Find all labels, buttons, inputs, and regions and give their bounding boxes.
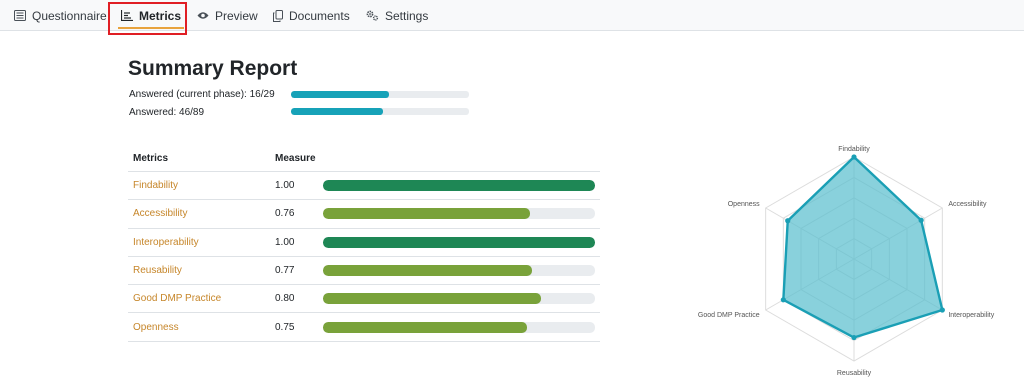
metric-value: 0.75	[275, 321, 295, 333]
page-title: Summary Report	[128, 57, 298, 80]
metric-value: 0.76	[275, 208, 295, 220]
radar-axis-label: Findability	[838, 146, 870, 153]
table-row: Openness 0.75	[128, 313, 600, 342]
radar-point	[939, 307, 945, 313]
metric-name-link[interactable]: Findability	[128, 180, 275, 191]
radar-chart: Findability Accessibility Interoperability…	[698, 146, 995, 377]
metric-value: 0.77	[275, 265, 295, 277]
tab-questionnaire-label: Questionnaire	[32, 8, 107, 23]
tab-preview-label: Preview	[215, 8, 258, 23]
progress-fill-total	[291, 108, 383, 115]
metric-bar-fill	[323, 265, 533, 277]
metric-name-link[interactable]: Interoperability	[128, 237, 275, 248]
active-tab-highlight	[108, 2, 187, 35]
progress-bar-current-phase	[291, 91, 469, 98]
gears-icon	[366, 10, 379, 21]
metrics-table-header: Metrics Measure	[128, 146, 600, 172]
table-row: Interoperability 1.00	[128, 229, 600, 257]
metric-bar-fill	[323, 236, 595, 248]
table-row: Good DMP Practice 0.80	[128, 285, 600, 314]
progress-label-current-phase: Answered (current phase): 16/29	[129, 89, 275, 100]
metric-bar-fill	[323, 321, 527, 333]
tab-settings-label: Settings	[385, 8, 429, 23]
metric-bar-fill	[323, 180, 595, 192]
tab-settings[interactable]: Settings	[366, 0, 428, 31]
table-row: Reusability 0.77	[128, 257, 600, 286]
radar-point	[918, 217, 924, 223]
metric-bar	[323, 180, 595, 192]
metric-name-link[interactable]: Reusability	[128, 265, 275, 276]
metric-name-link[interactable]: Openness	[128, 322, 275, 333]
tab-questionnaire[interactable]: Questionnaire	[14, 0, 107, 31]
metric-bar	[323, 321, 595, 333]
radar-axis-label: Accessibility	[948, 201, 987, 208]
progress-bar-total	[291, 108, 469, 115]
radar-axis-label: Reusability	[837, 370, 872, 377]
tab-preview[interactable]: Preview	[197, 0, 258, 31]
eye-icon	[197, 12, 209, 19]
metric-bar	[323, 236, 595, 248]
table-row: Accessibility 0.76	[128, 200, 600, 229]
radar-axis-label: Openness	[728, 201, 760, 208]
metric-bar-fill	[323, 208, 530, 220]
metric-value: 1.00	[275, 236, 295, 248]
progress-fill-current-phase	[291, 91, 390, 98]
radar-axis-label: Good DMP Practice	[698, 312, 760, 319]
metric-bar	[323, 265, 595, 277]
metric-bar	[323, 208, 595, 220]
tab-documents-label: Documents	[289, 8, 350, 23]
radar-point	[851, 334, 857, 341]
metric-bar	[323, 293, 595, 305]
copy-icon	[273, 9, 283, 22]
tab-documents[interactable]: Documents	[273, 0, 350, 31]
metric-name-link[interactable]: Accessibility	[128, 208, 275, 219]
metric-bar-fill	[323, 293, 541, 305]
table-row: Findability 1.00	[128, 172, 600, 201]
radar-point	[851, 154, 857, 160]
metric-name-link[interactable]: Good DMP Practice	[128, 293, 275, 304]
metric-value: 0.80	[275, 293, 295, 305]
metrics-table: Metrics Measure Findability 1.00 Accessi…	[128, 146, 600, 342]
list-icon	[14, 10, 26, 21]
progress-label-total: Answered: 46/89	[129, 107, 205, 118]
radar-point	[785, 218, 791, 224]
metrics-column-header: Metrics	[133, 153, 169, 164]
radar-point	[780, 297, 786, 303]
metric-value: 1.00	[275, 180, 295, 192]
measure-column-header: Measure	[275, 153, 316, 164]
radar-axis-label: Interoperability	[948, 312, 994, 319]
